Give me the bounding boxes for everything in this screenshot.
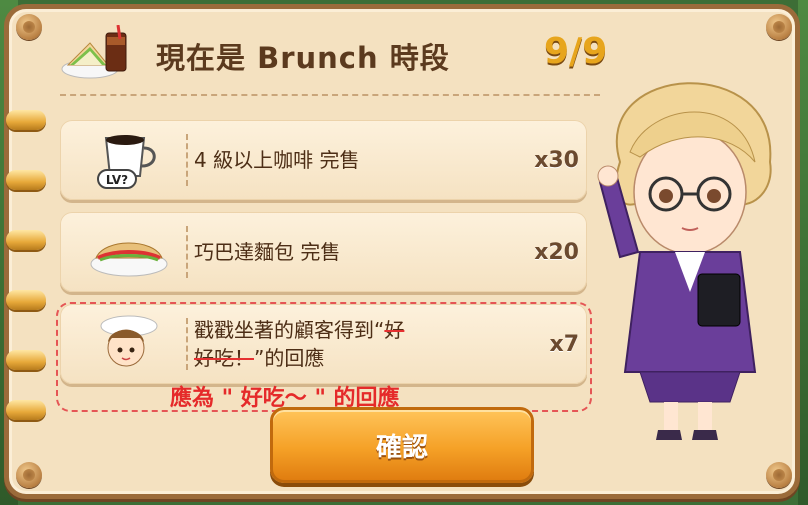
screw-bottom-left <box>16 462 42 488</box>
binder-ring <box>6 230 46 250</box>
binder-ring <box>6 290 46 310</box>
confirm-button[interactable]: 確認 <box>270 407 534 483</box>
page-title: 現在是 Brunch 時段 <box>156 41 450 75</box>
binder-ring <box>6 400 46 420</box>
level-badge: LV? <box>106 173 128 187</box>
divider <box>186 226 188 278</box>
binder-ring <box>6 110 46 130</box>
coffee-cup-level-icon: LV? <box>97 135 156 189</box>
businesswoman-character <box>597 82 772 440</box>
binder-ring <box>6 350 46 370</box>
list-item: 巧巴達麵包 完售 x20 <box>60 212 587 292</box>
screw-bottom-right <box>766 462 792 488</box>
sandwich-coffee-icon <box>61 25 127 79</box>
header: 現在是 Brunch 時段 9/9 <box>60 25 620 85</box>
item-quantity: x30 <box>534 147 579 173</box>
panini-sandwich-icon <box>90 242 168 277</box>
divider <box>186 134 188 186</box>
binder-ring <box>6 170 46 190</box>
screw-top-left <box>16 14 42 40</box>
divider <box>60 94 600 96</box>
item-label: 4 級以上咖啡 完售 <box>194 148 360 172</box>
item-quantity: x20 <box>534 239 579 265</box>
item-label: 巧巴達麵包 完售 <box>194 240 341 264</box>
screw-top-right <box>766 14 792 40</box>
list-item: LV? 4 級以上咖啡 完售 x30 <box>60 120 587 200</box>
